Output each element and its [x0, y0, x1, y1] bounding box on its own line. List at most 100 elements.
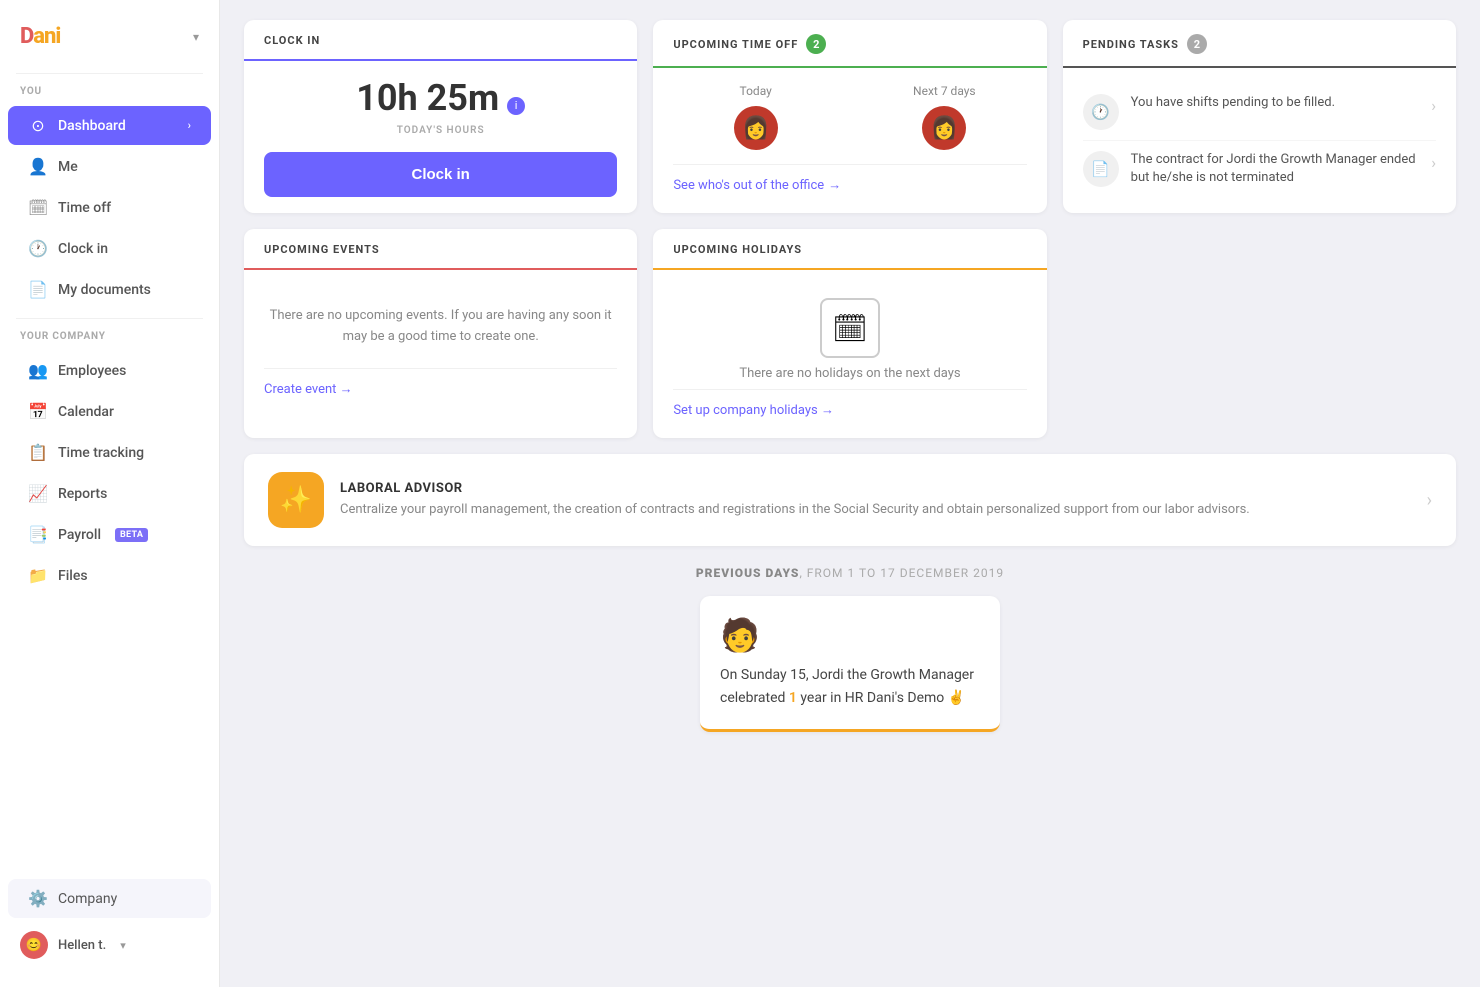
- clock-in-button[interactable]: Clock in: [264, 152, 617, 197]
- sidebar-item-dashboard[interactable]: ⊙ Dashboard ›: [8, 106, 211, 145]
- sidebar-item-label: My documents: [58, 282, 151, 298]
- dashboard-arrow-icon: ›: [188, 119, 191, 132]
- prev-days-heading: PREVIOUS DAYS: [696, 566, 800, 580]
- holidays-empty-text: There are no holidays on the next days: [673, 366, 1026, 389]
- sidebar-item-clock-in[interactable]: 🕐 Clock in: [8, 229, 211, 268]
- holiday-no-icon: 🗓: [832, 312, 868, 345]
- upcoming-events-card: UPCOMING EVENTS There are no upcoming ev…: [244, 229, 637, 438]
- sidebar-item-my-documents[interactable]: 📄 My documents: [8, 270, 211, 309]
- time-off-card-header: UPCOMING TIME OFF 2: [653, 20, 1046, 68]
- sidebar-bottom: ⚙️ Company 😊 Hellen t. ▾: [0, 878, 219, 971]
- setup-holidays-link[interactable]: Set up company holidays →: [673, 389, 1026, 422]
- user-avatar: 😊: [20, 931, 48, 959]
- today-label: Today: [740, 84, 772, 98]
- info-icon: i: [507, 97, 525, 115]
- payroll-icon: 📑: [28, 525, 48, 544]
- sidebar-item-label: Employees: [58, 363, 126, 379]
- holiday-calendar-icon: 🗓: [820, 298, 880, 358]
- story-card: 🧑 On Sunday 15, Jordi the Growth Manager…: [700, 596, 1000, 732]
- my-documents-icon: 📄: [28, 280, 48, 299]
- see-who-text: See who's out of the office: [673, 178, 824, 193]
- holiday-icon-wrap: 🗓: [673, 286, 1026, 366]
- hours-label: TODAY'S HOURS: [264, 125, 617, 136]
- sidebar-item-me[interactable]: 👤 Me: [8, 147, 211, 186]
- upcoming-time-off-card: UPCOMING TIME OFF 2 Today 👩 Next 7 days …: [653, 20, 1046, 213]
- sidebar-item-files[interactable]: 📁 Files: [8, 556, 211, 595]
- task-1-icon: 🕐: [1083, 94, 1119, 130]
- pending-tasks-card-header: PENDING TASKS 2: [1063, 20, 1456, 68]
- sidebar-item-time-off[interactable]: 🗓 Time off: [8, 188, 211, 227]
- sidebar-item-label: Calendar: [58, 404, 114, 420]
- advisor-description: Centralize your payroll management, the …: [340, 500, 1411, 520]
- clock-in-icon: 🕐: [28, 239, 48, 258]
- setup-holidays-label: Set up company holidays →: [673, 402, 834, 418]
- main-content: CLOCK IN 10h 25m i TODAY'S HOURS Clock i…: [220, 0, 1480, 987]
- sidebar-user-menu[interactable]: 😊 Hellen t. ▾: [0, 919, 219, 971]
- top-cards-row: CLOCK IN 10h 25m i TODAY'S HOURS Clock i…: [244, 20, 1456, 213]
- sidebar-item-label: Files: [58, 568, 88, 584]
- create-event-link[interactable]: Create event →: [264, 368, 617, 401]
- task-2-text: The contract for Jordi the Growth Manage…: [1131, 151, 1420, 187]
- me-icon: 👤: [28, 157, 48, 176]
- story-highlight: 1: [789, 690, 797, 706]
- timeoff-columns: Today 👩 Next 7 days 👩: [673, 84, 1026, 165]
- sidebar: Dani ▾ YOU ⊙ Dashboard › 👤 Me 🗓 Time off…: [0, 0, 220, 987]
- holidays-card-header: UPCOMING HOLIDAYS: [653, 229, 1046, 270]
- company-label: Company: [58, 891, 117, 907]
- pending-tasks-title: PENDING TASKS: [1083, 38, 1179, 51]
- advisor-title: LABORAL ADVISOR: [340, 481, 1411, 496]
- sidebar-item-calendar[interactable]: 📅 Calendar: [8, 392, 211, 431]
- logo-area[interactable]: Dani ▾: [0, 16, 219, 69]
- sidebar-item-label: Clock in: [58, 241, 108, 257]
- advisor-content: LABORAL ADVISOR Centralize your payroll …: [340, 481, 1411, 520]
- time-off-icon: 🗓: [28, 198, 48, 217]
- story-text: On Sunday 15, Jordi the Growth Manager c…: [720, 664, 980, 709]
- sidebar-divider-mid: [16, 318, 203, 319]
- task-2-icon: 📄: [1083, 151, 1119, 187]
- sidebar-item-reports[interactable]: 📈 Reports: [8, 474, 211, 513]
- time-tracking-icon: 📋: [28, 443, 48, 462]
- logo-chevron-icon: ▾: [193, 30, 199, 44]
- see-who-out-link[interactable]: See who's out of the office →: [673, 177, 1026, 193]
- dashboard-icon: ⊙: [28, 116, 48, 135]
- sidebar-item-time-tracking[interactable]: 📋 Time tracking: [8, 433, 211, 472]
- task-item-2[interactable]: 📄 The contract for Jordi the Growth Mana…: [1083, 141, 1436, 197]
- time-off-card-body: Today 👩 Next 7 days 👩 See who's out of t…: [653, 68, 1046, 209]
- sidebar-divider-top: [16, 73, 203, 74]
- clock-in-card-header: CLOCK IN: [244, 20, 637, 61]
- timeoff-today-col: Today 👩: [673, 84, 838, 150]
- clock-in-card: CLOCK IN 10h 25m i TODAY'S HOURS Clock i…: [244, 20, 637, 213]
- time-off-badge: 2: [806, 34, 826, 54]
- company-section-label: YOUR COMPANY: [0, 331, 219, 350]
- beta-badge: BETA: [115, 528, 148, 542]
- sidebar-item-label: Reports: [58, 486, 107, 502]
- task-item-1[interactable]: 🕐 You have shifts pending to be filled. …: [1083, 84, 1436, 141]
- reports-icon: 📈: [28, 484, 48, 503]
- sidebar-item-payroll[interactable]: 📑 Payroll BETA: [8, 515, 211, 554]
- events-title: UPCOMING EVENTS: [264, 243, 380, 256]
- calendar-icon: 📅: [28, 402, 48, 421]
- hours-value: 10h 25m: [356, 77, 499, 119]
- sidebar-item-company[interactable]: ⚙️ Company: [8, 879, 211, 918]
- user-chevron-icon: ▾: [120, 939, 126, 952]
- today-person-avatar: 👩: [734, 106, 778, 150]
- advisor-icon: ✨: [268, 472, 324, 528]
- prev-days-sublabel: , FROM 1 TO 17 DECEMBER 2019: [799, 566, 1004, 580]
- today-hours-display: 10h 25m i: [264, 77, 617, 119]
- sidebar-item-label: Dashboard: [58, 118, 126, 134]
- sidebar-item-label: Payroll: [58, 527, 101, 543]
- pending-tasks-card: PENDING TASKS 2 🕐 You have shifts pendin…: [1063, 20, 1456, 213]
- events-card-body: There are no upcoming events. If you are…: [244, 270, 637, 417]
- laboral-advisor-card[interactable]: ✨ LABORAL ADVISOR Centralize your payrol…: [244, 454, 1456, 546]
- see-who-arrow-icon: →: [828, 177, 841, 193]
- you-section-label: YOU: [0, 86, 219, 105]
- sidebar-item-label: Time off: [58, 200, 111, 216]
- pending-tasks-badge: 2: [1187, 34, 1207, 54]
- story-card-container: 🧑 On Sunday 15, Jordi the Growth Manager…: [244, 596, 1456, 732]
- app-logo: Dani: [20, 24, 60, 49]
- sidebar-item-label: Time tracking: [58, 445, 144, 461]
- task-1-arrow-icon: ›: [1431, 96, 1436, 115]
- events-card-header: UPCOMING EVENTS: [244, 229, 637, 270]
- task-1-text: You have shifts pending to be filled.: [1131, 94, 1420, 112]
- sidebar-item-employees[interactable]: 👥 Employees: [8, 351, 211, 390]
